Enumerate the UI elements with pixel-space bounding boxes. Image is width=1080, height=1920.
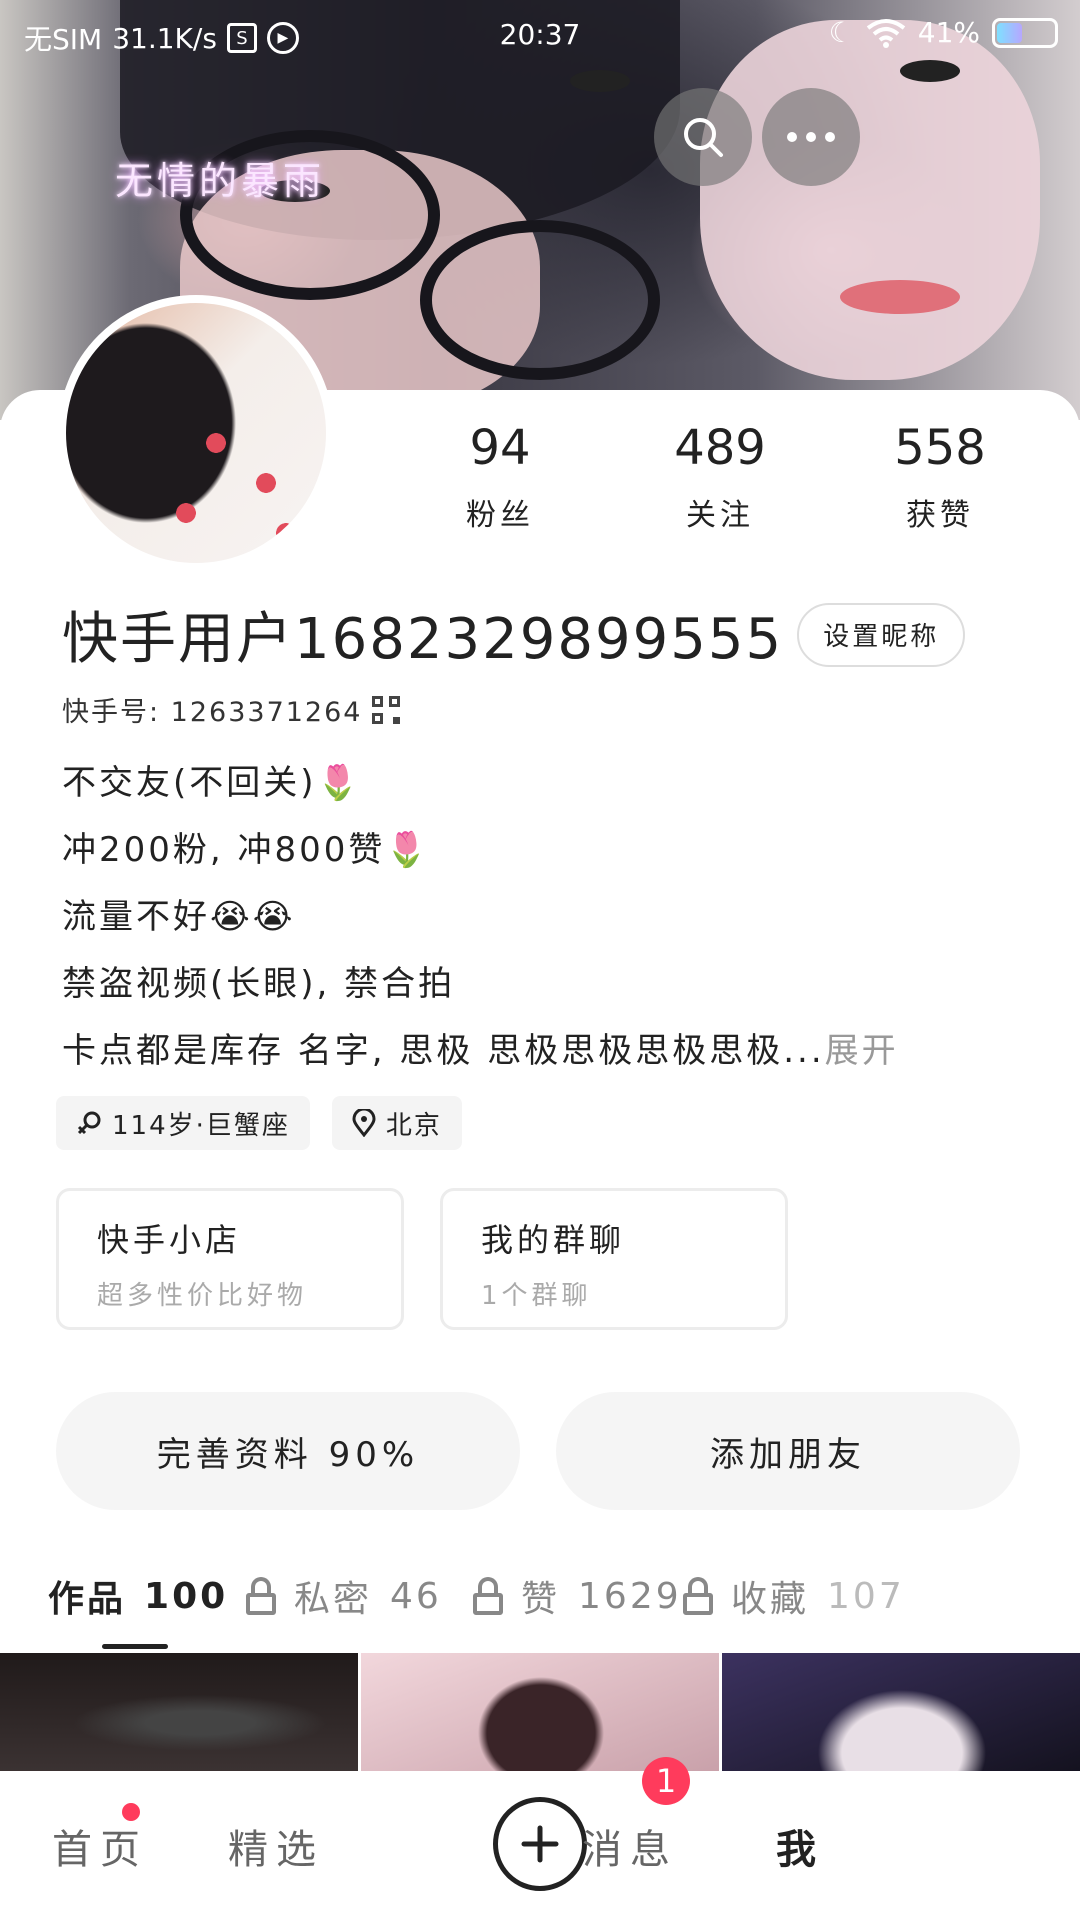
likes-count: 558 [894,420,986,476]
username: 快手用户1682329899555 [62,607,784,672]
tab-label: 私密 [294,1579,373,1620]
create-post-button[interactable] [493,1797,587,1891]
wifi-icon [866,18,905,48]
nav-home[interactable]: 首页 [52,1817,148,1875]
content-tabs: 作品 100 私密 46 赞 1629 收藏 107 [0,1560,1080,1650]
search-icon [684,118,723,157]
tab-count: 46 [390,1575,442,1617]
battery-percent: 41% [917,16,980,49]
female-icon [77,1111,101,1135]
plus-icon [521,1825,559,1863]
more-button[interactable] [762,88,860,186]
video-thumbnail[interactable] [722,1653,1080,1771]
age-tag[interactable]: 114岁·巨蟹座 [56,1096,310,1150]
active-tab-indicator [102,1644,168,1649]
feature-cards: 快手小店 超多性价比好物 我的群聊 1个群聊 [56,1188,788,1330]
location-tag[interactable]: 北京 [331,1096,462,1150]
followers-stat[interactable]: 94 粉丝 [420,420,580,534]
video-thumbnail[interactable] [361,1653,719,1771]
bio[interactable]: 不交友(不回关)🌷 冲200粉, 冲800赞🌷 流量不好😭😭 禁盗视频(长眼),… [62,750,1022,1085]
following-label: 关注 [686,498,754,533]
bottom-nav: 首页 精选 消息 1 我 [0,1757,1080,1920]
likes-label: 获赞 [906,498,974,533]
tab-liked[interactable]: 赞 1629 [473,1570,682,1622]
following-count: 489 [674,420,766,476]
status-bar: 无SIM 31.1K/s S ▶ 20:37 ☾ 41% [0,0,1080,70]
age-tag-text: 114岁·巨蟹座 [112,1110,290,1141]
username-row: 快手用户1682329899555 设置昵称 [62,594,966,675]
tab-label: 作品 [48,1579,127,1620]
following-stat[interactable]: 489 关注 [640,420,800,534]
tab-favorites[interactable]: 收藏 107 [683,1570,905,1622]
bio-line: 不交友(不回关)🌷 [62,763,362,803]
group-chat-title: 我的群聊 [481,1221,626,1259]
tab-works[interactable]: 作品 100 [48,1570,228,1622]
lock-icon [473,1577,503,1615]
bio-line-last: 卡点都是库存 名字, 思极 思极思极思极思极...展开 [62,1018,1022,1085]
shop-card-subtitle: 超多性价比好物 [97,1281,308,1311]
works-grid [0,1653,1080,1771]
tab-label: 赞 [521,1579,561,1620]
action-buttons: 完善资料 90% 添加朋友 [56,1392,1020,1510]
set-nickname-button[interactable]: 设置昵称 [797,602,966,667]
nav-messages[interactable]: 消息 [582,1817,678,1875]
qr-code-icon[interactable] [372,695,401,724]
tab-private[interactable]: 私密 46 [246,1570,442,1622]
group-chat-subtitle: 1个群聊 [481,1281,592,1311]
location-pin-icon [352,1109,376,1137]
messages-badge: 1 [642,1757,690,1805]
expand-link[interactable]: 展开 [825,1031,899,1071]
likes-stat[interactable]: 558 获赞 [860,420,1020,534]
nav-me[interactable]: 我 [776,1817,824,1875]
complete-profile-button[interactable]: 完善资料 90% [56,1392,520,1510]
add-friends-button[interactable]: 添加朋友 [556,1392,1020,1510]
stats-row: 94 粉丝 489 关注 558 获赞 [420,420,1020,534]
followers-count: 94 [469,420,531,476]
avatar[interactable] [58,295,334,571]
bio-line: 禁盗视频(长眼), 禁合拍 [62,964,456,1004]
tab-count: 107 [827,1575,905,1617]
tab-count: 1629 [578,1575,682,1617]
location-tag-text: 北京 [385,1110,442,1141]
shop-card-title: 快手小店 [97,1221,242,1259]
video-thumbnail[interactable] [0,1653,358,1771]
search-button[interactable] [654,88,752,186]
group-chat-card[interactable]: 我的群聊 1个群聊 [440,1188,788,1330]
lock-icon [683,1577,713,1615]
lock-icon [246,1577,276,1615]
kuaishou-id-row[interactable]: 快手号: 1263371264 [62,690,401,729]
tab-label: 收藏 [731,1579,810,1620]
moon-icon: ☾ [828,16,854,49]
cover-overlay-text: 无情的暴雨 [115,159,326,203]
battery-icon [992,17,1058,48]
bio-line: 流量不好😭😭 [62,897,296,937]
followers-label: 粉丝 [466,498,534,533]
more-dots-icon [787,132,835,142]
profile-tags: 114岁·巨蟹座 北京 [56,1096,462,1150]
kuaishou-id: 快手号: 1263371264 [62,697,363,728]
tab-count: 100 [144,1575,229,1617]
bio-line: 冲200粉, 冲800赞🌷 [62,830,431,870]
kuaishou-shop-card[interactable]: 快手小店 超多性价比好物 [56,1188,404,1330]
nav-featured[interactable]: 精选 [228,1817,324,1875]
bio-line-text: 卡点都是库存 名字, 思极 思极思极思极思极... [62,1031,825,1071]
home-notification-dot [122,1803,140,1821]
profile-page: 无情的暴雨 无SIM 31.1K/s S ▶ 20:37 ☾ 41% 94 粉丝… [0,0,1080,1920]
